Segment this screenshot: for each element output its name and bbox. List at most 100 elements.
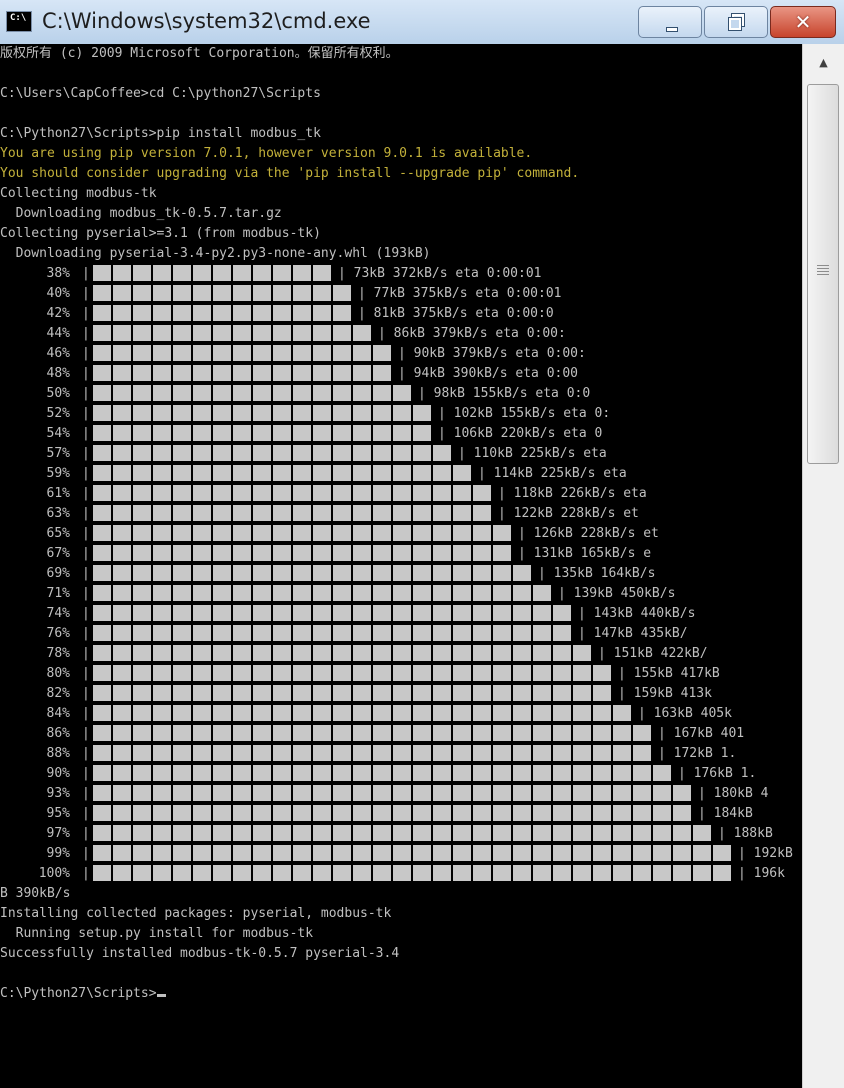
progress-cell <box>232 464 252 482</box>
progress-cell <box>352 424 372 442</box>
progress-cell <box>232 684 252 702</box>
progress-cell <box>452 604 472 622</box>
progress-cell <box>492 624 512 642</box>
progress-cell <box>172 504 192 522</box>
close-button[interactable]: ✕ <box>770 6 836 38</box>
progress-cell <box>112 344 132 362</box>
progress-cell <box>252 344 272 362</box>
progress-cell <box>532 684 552 702</box>
progress-cell <box>432 804 452 822</box>
progress-cell <box>672 824 692 842</box>
progress-cell <box>212 264 232 282</box>
progress-cell <box>132 384 152 402</box>
progress-cell <box>472 564 492 582</box>
progress-cell <box>292 584 312 602</box>
title-bar[interactable]: C:\ C:\Windows\system32\cmd.exe ✕ <box>0 0 844 44</box>
progress-cell <box>632 744 652 762</box>
progress-cell <box>152 304 172 322</box>
progress-cell <box>692 844 712 862</box>
progress-bar-fill <box>92 424 432 444</box>
progress-cell <box>272 524 292 542</box>
progress-percent: 67% <box>46 546 70 561</box>
progress-cell <box>292 644 312 662</box>
progress-cell <box>252 624 272 642</box>
progress-cell <box>392 724 412 742</box>
scroll-up-icon[interactable]: ▲ <box>803 44 844 82</box>
progress-cell <box>292 364 312 382</box>
progress-cell <box>252 644 272 662</box>
progress-cell <box>352 684 372 702</box>
progress-cell <box>332 544 352 562</box>
scroll-thumb[interactable] <box>807 84 839 464</box>
progress-cell <box>92 704 112 722</box>
vertical-scrollbar[interactable]: ▲ <box>802 44 844 1088</box>
progress-cell <box>412 784 432 802</box>
progress-percent: 50% <box>46 386 70 401</box>
progress-bar-fill <box>92 824 712 844</box>
progress-cell <box>372 384 392 402</box>
progress-cell <box>152 824 172 842</box>
progress-cell <box>92 444 112 462</box>
progress-cell <box>512 864 532 882</box>
progress-cell <box>232 604 252 622</box>
progress-cell <box>432 744 452 762</box>
progress-cell <box>512 824 532 842</box>
progress-percent: 59% <box>46 466 70 481</box>
progress-cell <box>512 704 532 722</box>
progress-cell <box>252 744 272 762</box>
progress-cell <box>232 524 252 542</box>
progress-cell <box>512 604 532 622</box>
progress-cell <box>412 424 432 442</box>
progress-cell <box>312 824 332 842</box>
progress-cell <box>332 844 352 862</box>
restore-button[interactable] <box>704 6 768 38</box>
progress-bar-start: | <box>82 706 90 721</box>
console-output[interactable]: 版权所有 (c) 2009 Microsoft Corporation。保留所有… <box>0 44 802 1088</box>
progress-cell <box>272 744 292 762</box>
progress-cell <box>452 784 472 802</box>
progress-cell <box>172 864 192 882</box>
progress-row: 80% | | 155kB 417kB <box>0 664 720 684</box>
cmd-icon[interactable]: C:\ <box>6 11 32 32</box>
progress-cell <box>232 304 252 322</box>
progress-cell <box>212 284 232 302</box>
progress-row: 67% | | 131kB 165kB/s e <box>0 544 651 564</box>
progress-cell <box>132 324 152 342</box>
progress-cell <box>152 584 172 602</box>
progress-cell <box>152 524 172 542</box>
progress-cell <box>192 324 212 342</box>
progress-cell <box>492 704 512 722</box>
progress-cell <box>232 484 252 502</box>
progress-cell <box>312 704 332 722</box>
progress-cell <box>232 864 252 882</box>
progress-status: | 155kB 417kB <box>618 666 720 681</box>
progress-cell <box>392 804 412 822</box>
progress-cell <box>172 264 192 282</box>
progress-cell <box>392 604 412 622</box>
progress-cell <box>92 624 112 642</box>
progress-cell <box>92 484 112 502</box>
progress-cell <box>292 484 312 502</box>
progress-percent: 99% <box>46 846 70 861</box>
progress-cell <box>352 364 372 382</box>
progress-bar-start: | <box>82 546 90 561</box>
progress-cell <box>132 404 152 422</box>
progress-cell <box>132 724 152 742</box>
progress-cell <box>452 744 472 762</box>
progress-percent: 63% <box>46 506 70 521</box>
progress-cell <box>212 564 232 582</box>
progress-percent: 48% <box>46 366 70 381</box>
progress-cell <box>152 644 172 662</box>
progress-cell <box>612 704 632 722</box>
progress-cell <box>192 684 212 702</box>
minimize-button[interactable] <box>638 6 702 38</box>
progress-percent: 61% <box>46 486 70 501</box>
progress-percent: 90% <box>46 766 70 781</box>
console-line: Running setup.py install for modbus-tk <box>0 926 314 941</box>
progress-cell <box>552 704 572 722</box>
progress-cell <box>272 864 292 882</box>
progress-cell <box>352 784 372 802</box>
progress-bar-start: | <box>82 726 90 741</box>
progress-cell <box>272 304 292 322</box>
progress-cell <box>332 564 352 582</box>
